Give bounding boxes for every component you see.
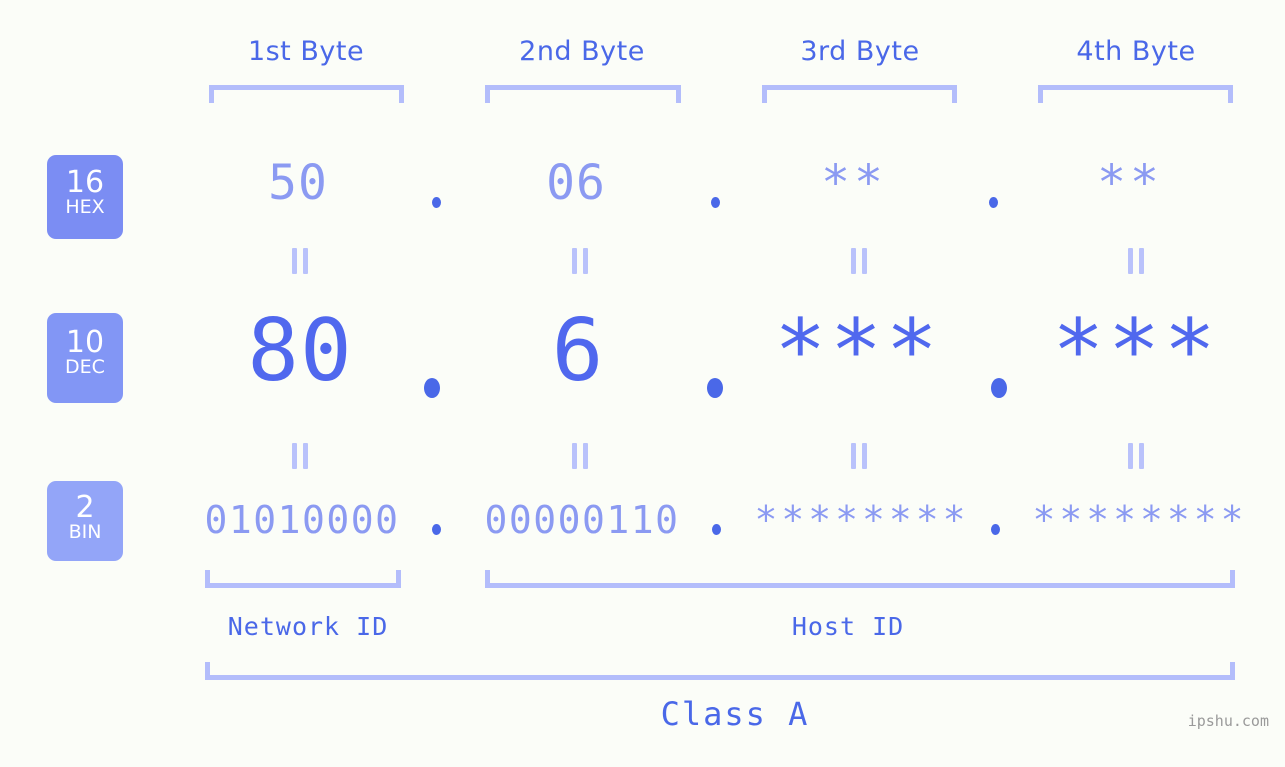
base-badge-hex: 16 HEX	[47, 155, 123, 239]
equality-mark-dec-bin-3	[851, 443, 868, 469]
dec-byte-4: ***	[1052, 301, 1220, 401]
dec-byte-2: 6	[551, 301, 605, 401]
equality-mark-dec-bin-1	[292, 443, 309, 469]
equality-mark-hex-dec-4	[1128, 248, 1145, 274]
network-id-label: Network ID	[227, 612, 389, 641]
byte-bracket-top-3	[762, 85, 957, 103]
base-badge-hex-name: HEX	[65, 196, 105, 218]
hex-byte-3: **	[821, 155, 887, 211]
bin-byte-2: 00000110	[484, 498, 680, 542]
host-id-label: Host ID	[791, 612, 905, 641]
base-badge-dec-number: 10	[65, 325, 105, 360]
hex-byte-2: 06	[546, 155, 606, 211]
bin-separator-dot-2	[712, 524, 721, 535]
equality-mark-dec-bin-4	[1128, 443, 1145, 469]
dec-separator-dot-1	[424, 378, 440, 398]
byte-bracket-top-2	[485, 85, 681, 103]
dec-separator-dot-2	[707, 378, 723, 398]
class-bracket	[205, 662, 1235, 680]
base-badge-bin-name: BIN	[68, 521, 102, 543]
ip-byte-breakdown-diagram: 1st Byte 2nd Byte 3rd Byte 4th Byte 16 H…	[0, 0, 1285, 767]
bin-byte-3: ********	[754, 498, 970, 542]
equality-mark-hex-dec-1	[292, 248, 309, 274]
base-badge-bin: 2 BIN	[47, 481, 123, 561]
hex-byte-1: 50	[268, 155, 328, 211]
bin-separator-dot-3	[991, 524, 1000, 535]
byte-bracket-top-4	[1038, 85, 1233, 103]
base-badge-bin-number: 2	[75, 490, 95, 525]
dec-separator-dot-3	[991, 378, 1007, 398]
hex-separator-dot-2	[711, 197, 720, 208]
byte-bracket-top-1	[209, 85, 404, 103]
bin-byte-4: ********	[1032, 498, 1248, 542]
host-id-bracket	[485, 570, 1235, 588]
bin-byte-1: 01010000	[204, 498, 400, 542]
dec-byte-1: 80	[247, 301, 353, 401]
class-label: Class A	[660, 695, 810, 733]
hex-separator-dot-3	[989, 197, 998, 208]
equality-mark-dec-bin-2	[572, 443, 589, 469]
bin-separator-dot-1	[432, 524, 441, 535]
byte-header-4: 4th Byte	[1076, 36, 1196, 67]
hex-separator-dot-1	[432, 197, 441, 208]
network-id-bracket	[205, 570, 401, 588]
byte-header-1: 1st Byte	[247, 36, 365, 67]
dec-byte-3: ***	[774, 301, 942, 401]
equality-mark-hex-dec-3	[851, 248, 868, 274]
base-badge-dec: 10 DEC	[47, 313, 123, 403]
byte-header-2: 2nd Byte	[519, 36, 645, 67]
base-badge-hex-number: 16	[65, 165, 105, 200]
site-watermark: ipshu.com	[1187, 712, 1269, 730]
byte-header-3: 3rd Byte	[800, 36, 920, 67]
equality-mark-hex-dec-2	[572, 248, 589, 274]
hex-byte-4: **	[1097, 155, 1163, 211]
base-badge-dec-name: DEC	[65, 356, 105, 378]
